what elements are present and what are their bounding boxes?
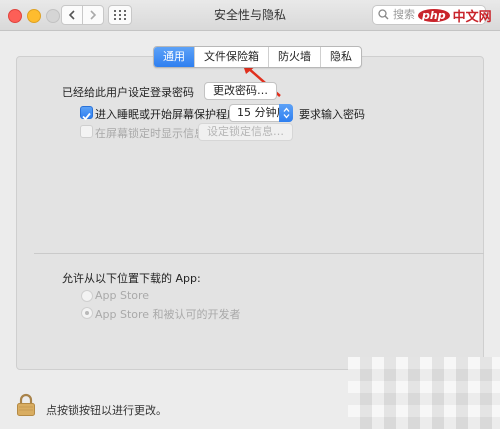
radio-app-store-label: App Store	[95, 289, 150, 302]
section-divider	[34, 253, 484, 254]
tab-general[interactable]: 通用	[154, 47, 195, 67]
watermark-logo: php 中文网	[418, 6, 492, 25]
tab-filevault[interactable]: 文件保险箱	[195, 47, 269, 67]
require-password-suffix: 要求输入密码	[299, 108, 365, 121]
tab-privacy[interactable]: 隐私	[321, 47, 361, 67]
updown-arrows-icon	[279, 104, 293, 122]
radio-app-store-identified-label: App Store 和被认可的开发者	[95, 308, 241, 321]
allowed-apps-heading: 允许从以下位置下载的 App:	[62, 272, 201, 285]
change-password-button[interactable]: 更改密码…	[204, 82, 277, 100]
set-lock-message-button[interactable]: 设定锁定信息…	[198, 123, 293, 141]
password-delay-select[interactable]: 15 分钟后	[229, 104, 293, 122]
search-icon	[378, 9, 389, 20]
radio-app-store[interactable]	[81, 290, 93, 302]
tab-bar: 通用 文件保险箱 防火墙 隐私	[153, 46, 362, 68]
title-bar: 安全性与隐私 搜索 php 中文网	[0, 0, 500, 31]
lock-message-checkbox[interactable]	[80, 125, 93, 138]
radio-app-store-identified[interactable]	[81, 307, 93, 319]
checkmark-icon	[82, 112, 91, 121]
search-placeholder: 搜索	[393, 8, 415, 21]
watermark-php: php	[418, 8, 450, 22]
require-password-checkbox[interactable]	[80, 106, 93, 121]
blurred-region	[348, 357, 500, 429]
password-set-label: 已经给此用户设定登录密码	[62, 86, 194, 99]
lock-instruction-text: 点按锁按钮以进行更改。	[46, 404, 167, 417]
lock-icon[interactable]	[16, 393, 36, 417]
watermark-text: 中文网	[452, 9, 492, 25]
lock-message-label: 在屏幕锁定时显示信息	[95, 127, 205, 140]
require-password-label: 进入睡眠或开始屏幕保护程序	[95, 108, 238, 121]
tab-firewall[interactable]: 防火墙	[269, 47, 321, 67]
